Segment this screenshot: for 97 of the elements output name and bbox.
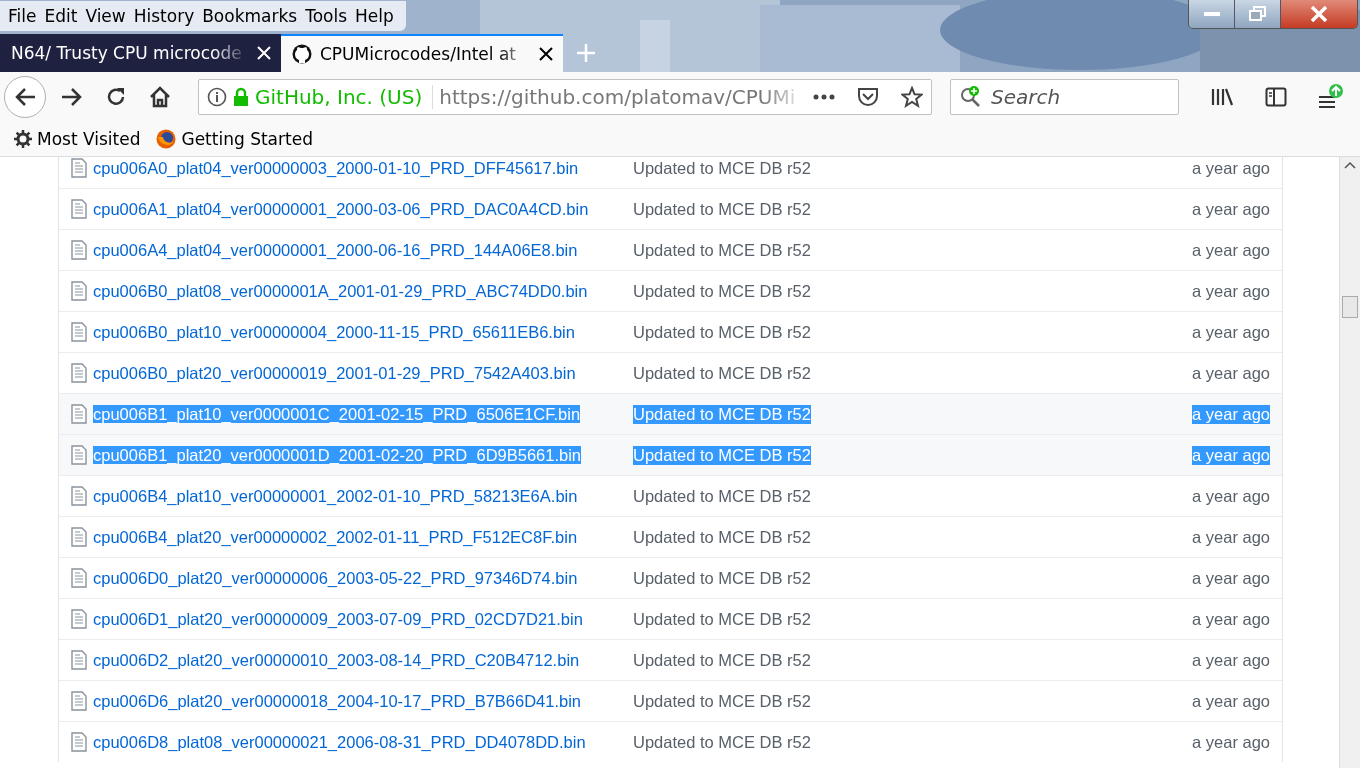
commit-age: a year ago bbox=[1192, 527, 1270, 547]
commit-message[interactable]: Updated to MCE DB r52 bbox=[633, 527, 811, 547]
scroll-up-icon[interactable] bbox=[1344, 161, 1356, 169]
site-identity: GitHub, Inc. (US) bbox=[255, 85, 434, 109]
commit-age: a year ago bbox=[1192, 445, 1270, 465]
file-link[interactable]: cpu006B0_plat10_ver00000004_2000-11-15_PRD_65611EB6.bin bbox=[93, 322, 575, 341]
file-link[interactable]: cpu006A0_plat04_ver00000003_2000-01-10_PRD_DFF45617.bin bbox=[93, 158, 579, 177]
commit-age: a year ago bbox=[1192, 240, 1270, 260]
back-button[interactable] bbox=[4, 76, 46, 118]
commit-message[interactable]: Updated to MCE DB r52 bbox=[633, 199, 811, 219]
commit-message[interactable]: Updated to MCE DB r52 bbox=[633, 240, 811, 260]
commit-age: a year ago bbox=[1192, 650, 1270, 670]
menu-item[interactable]: File bbox=[4, 5, 41, 26]
pocket-icon bbox=[857, 87, 879, 107]
menu-item[interactable]: Bookmarks bbox=[198, 5, 302, 26]
library-icon bbox=[1210, 87, 1234, 107]
gear-icon bbox=[14, 130, 32, 148]
file-icon bbox=[71, 281, 87, 301]
file-icon bbox=[71, 486, 87, 506]
menu-item[interactable]: Tools bbox=[301, 5, 352, 26]
address-bar[interactable]: GitHub, Inc. (US) https://github.com/platomav/CPUMi bbox=[198, 79, 932, 115]
commit-message[interactable]: Updated to MCE DB r52 bbox=[633, 158, 811, 178]
file-icon bbox=[71, 527, 87, 547]
star-icon bbox=[901, 86, 923, 108]
commit-message[interactable]: Updated to MCE DB r52 bbox=[633, 650, 811, 670]
menu-item[interactable]: View bbox=[81, 5, 130, 26]
close-icon bbox=[1310, 6, 1328, 22]
commit-age: a year ago bbox=[1192, 199, 1270, 219]
file-icon bbox=[71, 732, 87, 752]
commit-message[interactable]: Updated to MCE DB r52 bbox=[633, 281, 811, 301]
file-link[interactable]: cpu006D1_plat20_ver00000009_2003-07-09_PRD_02CD7D21.bin bbox=[93, 609, 583, 628]
commit-message[interactable]: Updated to MCE DB r52 bbox=[633, 322, 811, 342]
info-icon bbox=[207, 87, 227, 107]
commit-age: a year ago bbox=[1192, 322, 1270, 342]
commit-age: a year ago bbox=[1192, 158, 1270, 178]
plus-icon bbox=[576, 43, 596, 63]
file-link[interactable]: cpu006D8_plat08_ver00000021_2006-08-31_PRD_DD4078DD.bin bbox=[93, 732, 586, 751]
commit-age: a year ago bbox=[1192, 609, 1270, 629]
bookmark-item[interactable]: Most Visited bbox=[14, 129, 141, 149]
commit-age: a year ago bbox=[1192, 568, 1270, 588]
menu-item[interactable]: Help bbox=[351, 5, 398, 26]
commit-message[interactable]: Updated to MCE DB r52 bbox=[633, 732, 811, 752]
back-arrow-icon bbox=[14, 87, 36, 107]
file-icon bbox=[71, 691, 87, 711]
search-field[interactable]: Search bbox=[950, 79, 1179, 115]
file-icon bbox=[71, 609, 87, 629]
minimize-icon bbox=[1203, 12, 1220, 16]
commit-message[interactable]: Updated to MCE DB r52 bbox=[633, 363, 811, 383]
browser-tab[interactable]: CPUMicrocodes/Intel at bbox=[281, 34, 563, 72]
close-icon bbox=[539, 47, 553, 61]
file-icon bbox=[71, 363, 87, 383]
commit-age: a year ago bbox=[1192, 691, 1270, 711]
reload-icon bbox=[105, 86, 127, 108]
file-icon bbox=[71, 650, 87, 670]
file-link[interactable]: cpu006B4_plat20_ver00000002_2002-01-11_PRD_F512EC8F.bin bbox=[93, 527, 578, 546]
url-text: https://github.com/platomav/CPUMi bbox=[439, 85, 797, 109]
close-icon bbox=[257, 46, 271, 60]
commit-age: a year ago bbox=[1192, 281, 1270, 301]
browser-tab[interactable]: N64/ Trusty CPU microcode bbox=[0, 34, 281, 72]
more-icon bbox=[813, 94, 835, 100]
commit-age: a year ago bbox=[1192, 404, 1270, 424]
file-icon bbox=[71, 404, 87, 424]
globe-icon bbox=[156, 129, 177, 149]
file-link[interactable]: cpu006D0_plat20_ver00000006_2003-05-22_PRD_97346D74.bin bbox=[93, 568, 578, 587]
minimize-button[interactable] bbox=[1189, 0, 1235, 28]
commit-age: a year ago bbox=[1192, 486, 1270, 506]
lock-icon bbox=[233, 87, 249, 107]
close-button[interactable] bbox=[1281, 0, 1357, 28]
file-link[interactable]: cpu006A4_plat04_ver00000001_2000-06-16_PRD_144A06E8.bin bbox=[93, 240, 578, 259]
home-icon bbox=[149, 86, 171, 108]
bookmark-item[interactable]: Getting Started bbox=[156, 129, 313, 149]
commit-age: a year ago bbox=[1192, 732, 1270, 752]
commit-age: a year ago bbox=[1192, 363, 1270, 383]
file-icon bbox=[71, 568, 87, 588]
file-link[interactable]: cpu006D6_plat20_ver00000018_2004-10-17_PRD_B7B66D41.bin bbox=[93, 691, 582, 710]
sidebar-icon bbox=[1265, 87, 1287, 107]
commit-message[interactable]: Updated to MCE DB r52 bbox=[633, 568, 811, 588]
file-icon bbox=[71, 240, 87, 260]
commit-message[interactable]: Updated to MCE DB r52 bbox=[633, 609, 811, 629]
file-link[interactable]: cpu006B0_plat08_ver0000001A_2001-01-29_PRD_ABC74DD0.bin bbox=[93, 281, 588, 300]
file-icon bbox=[71, 322, 87, 342]
file-link[interactable]: cpu006B0_plat20_ver00000019_2001-01-29_PRD_7542A403.bin bbox=[93, 363, 576, 382]
file-icon bbox=[71, 199, 87, 219]
commit-message[interactable]: Updated to MCE DB r52 bbox=[633, 486, 811, 506]
restore-icon bbox=[1248, 6, 1267, 22]
file-link[interactable]: cpu006A1_plat04_ver00000001_2000-03-06_PRD_DAC0A4CD.bin bbox=[93, 199, 589, 218]
menu-icon bbox=[1316, 83, 1344, 111]
forward-arrow-icon bbox=[61, 87, 83, 107]
scrollbar-thumb[interactable] bbox=[1342, 296, 1358, 318]
menu-item[interactable]: History bbox=[129, 5, 199, 26]
scrollbar[interactable] bbox=[1339, 157, 1360, 768]
menu-item[interactable]: Edit bbox=[40, 5, 82, 26]
restore-button[interactable] bbox=[1235, 0, 1281, 28]
commit-message[interactable]: Updated to MCE DB r52 bbox=[633, 691, 811, 711]
file-icon bbox=[71, 445, 87, 465]
file-link[interactable]: cpu006B4_plat10_ver00000001_2002-01-10_PRD_58213E6A.bin bbox=[93, 486, 578, 505]
file-link[interactable]: cpu006D2_plat20_ver00000010_2003-08-14_PRD_C20B4712.bin bbox=[93, 650, 580, 669]
